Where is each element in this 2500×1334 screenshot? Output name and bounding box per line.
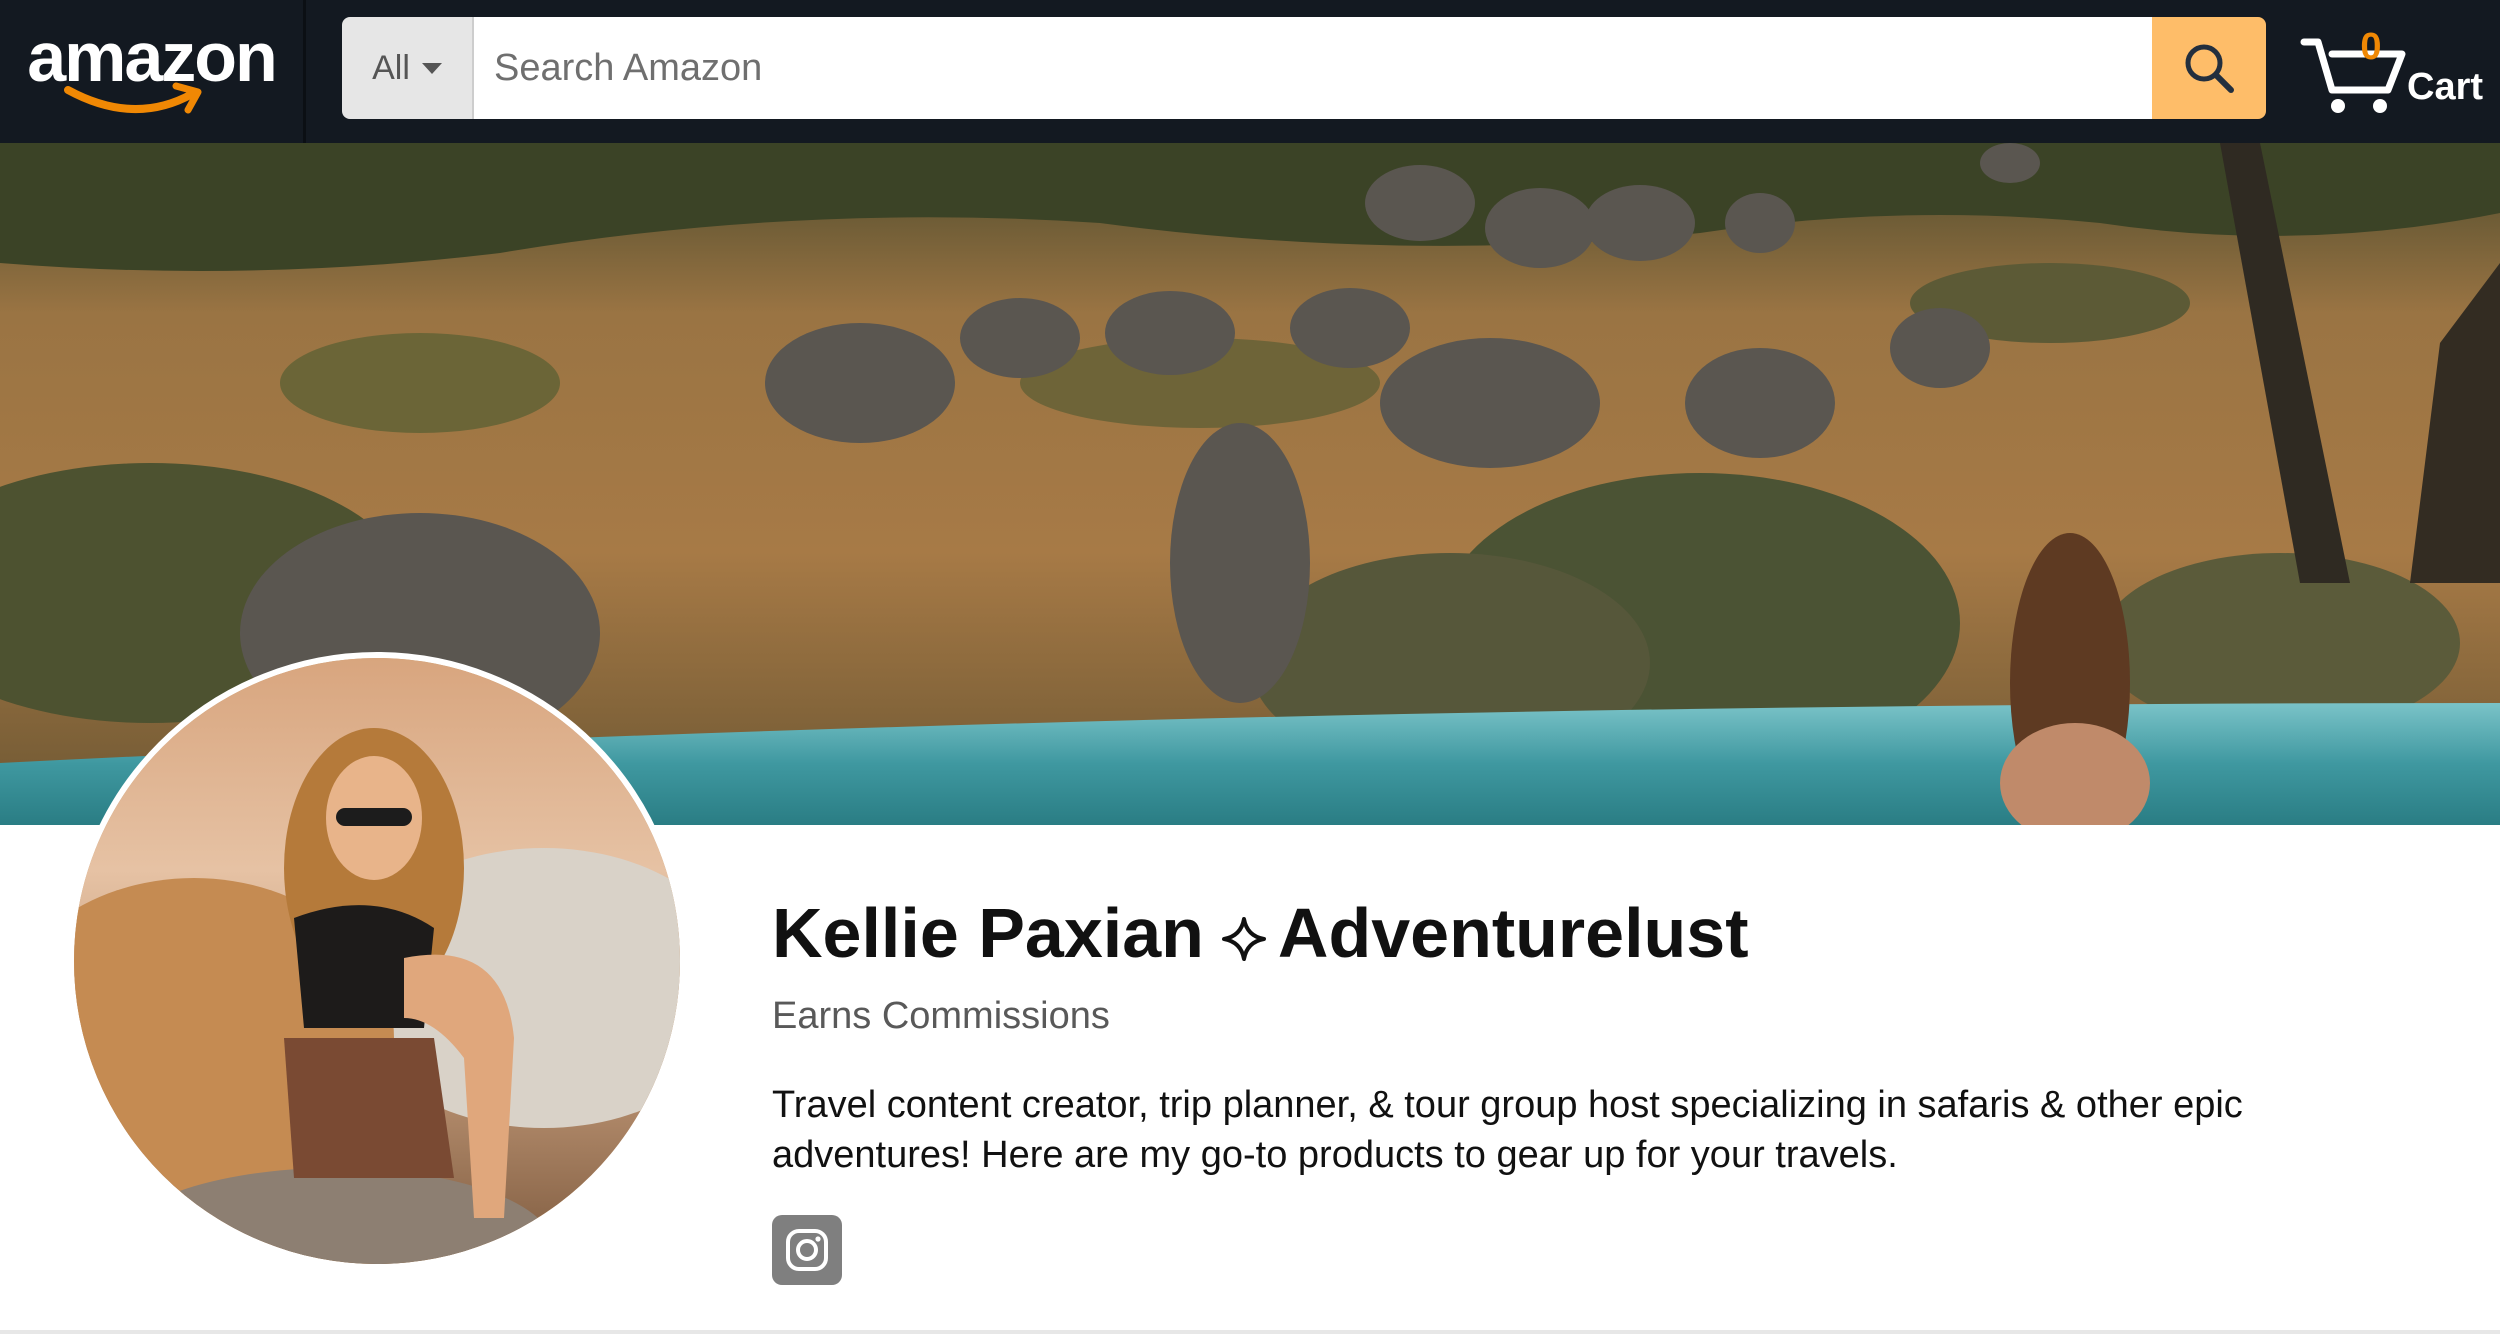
profile-bio: Travel content creator, trip planner, & … [772,1084,2243,1176]
profile-name-first: Kellie Paxian [772,894,1204,972]
search-icon [2185,44,2234,93]
profile-name-second: Adventurelust [1277,894,1749,972]
instagram-link[interactable] [772,1215,842,1285]
search-department-select[interactable]: All [342,17,474,119]
section-divider [0,1330,2500,1334]
logo-smile-icon [64,82,202,114]
cart-label: Cart [2407,66,2484,108]
sparkle-icon [1221,916,1266,961]
top-nav-bar: amazon All 0 Cart [0,0,2500,143]
search-button[interactable] [2152,17,2266,119]
department-label: All [372,48,410,87]
cart-count: 0 [2360,26,2382,68]
instagram-icon [786,1229,828,1271]
profile-avatar[interactable] [68,652,686,1270]
search-input[interactable] [474,17,2152,119]
profile-name: Kellie Paxian Adventurelust [772,895,1749,972]
status-label: Earns Commissions [772,995,1110,1037]
chevron-down-icon [421,62,442,74]
cart-button[interactable]: 0 Cart [2300,24,2490,119]
search-bar: All [342,17,2266,119]
amazon-logo[interactable]: amazon [0,0,306,143]
